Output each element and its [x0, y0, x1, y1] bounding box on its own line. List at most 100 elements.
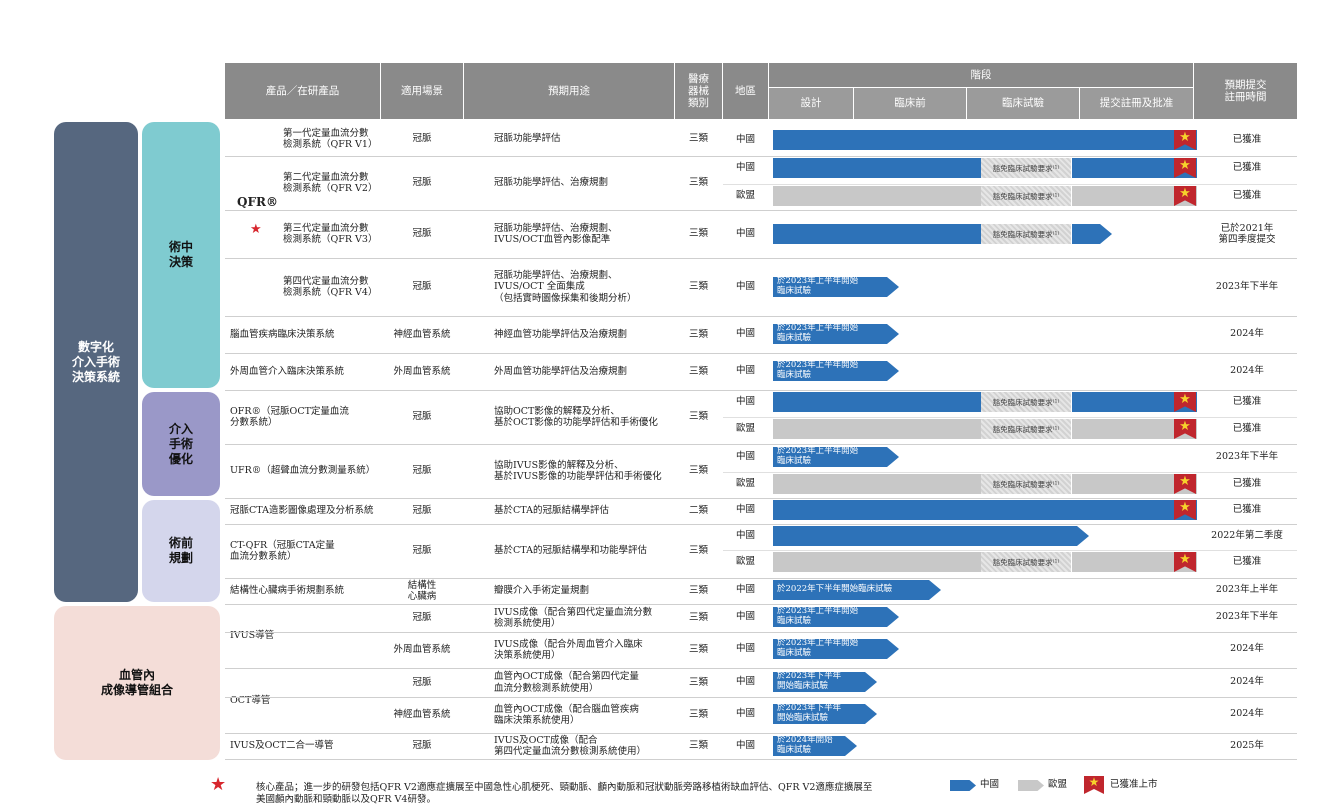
expected-date: 2024年	[1230, 365, 1264, 377]
header-device-class: 醫療 器械 類別	[675, 63, 722, 119]
product-name: 第一代定量血流分數 檢測系統（QFR V1）	[283, 127, 378, 150]
intended-use: 冠脈功能學評估、治療規劃	[494, 177, 609, 189]
expected-date: 2024年	[1230, 708, 1264, 720]
scenario: 冠脈	[412, 177, 432, 189]
eu-stage-bar	[773, 474, 981, 494]
region: 中國	[735, 584, 755, 596]
exempt-bar: 豁免臨床試驗要求⁽¹⁾	[981, 419, 1071, 439]
expected-date: 已獲准	[1232, 396, 1262, 408]
category-optimize: 介入 手術 優化	[142, 392, 220, 496]
header-stage: 階段	[769, 63, 1193, 87]
product-name: 結構性心臟病手術規劃系統	[230, 585, 345, 597]
scenario: 結構性 心臟病	[407, 579, 437, 602]
china-stage-bar	[773, 224, 981, 244]
product-name: 冠脈CTA造影圖像處理及分析系統	[230, 505, 374, 517]
device-class: 二類	[688, 505, 708, 517]
intended-use: 冠脈功能學評估、治療規劃、 IVUS/OCT血管內影像配準	[494, 222, 618, 245]
expected-date: 2023年下半年	[1215, 451, 1279, 463]
category-digital: 數字化 介入手術 決策系統	[54, 122, 138, 602]
bar-label: 於2024年開始 臨床試驗	[777, 735, 833, 755]
scenario: 外周血管系統	[393, 644, 451, 656]
legend-china-swatch	[950, 780, 976, 791]
expected-date: 已獲准	[1232, 134, 1262, 146]
intended-use: 冠脈功能學評估、治療規劃、 IVUS/OCT 全面集成 （包括實時圖像採集和後期…	[494, 269, 637, 304]
bar-label: 於2023年上半年開始 臨床試驗	[777, 323, 859, 343]
eu-stage-bar	[773, 419, 981, 439]
china-stage-bar	[773, 500, 1197, 520]
category-imaging: 血管內 成像導管組合	[54, 606, 220, 760]
bar-label: 於2023年下半年 開始臨床試驗	[777, 703, 842, 723]
expected-date: 已獲准	[1232, 504, 1262, 516]
bar-label: 於2023年上半年開始 臨床試驗	[777, 638, 859, 658]
expected-date: 已於2021年 第四季度提交	[1218, 222, 1276, 245]
region: 中國	[735, 676, 755, 688]
region: 中國	[735, 708, 755, 720]
region: 中國	[735, 162, 755, 174]
china-stage-bar: 於2023年上半年開始 臨床試驗	[773, 607, 899, 627]
product-name: 第三代定量血流分數 檢測系統（QFR V3）	[283, 222, 378, 245]
expected-date: 2023年下半年	[1215, 611, 1279, 623]
scenario: 神經血管系統	[393, 709, 451, 721]
region: 中國	[735, 530, 755, 542]
device-class: 三類	[688, 328, 708, 340]
region: 中國	[735, 643, 755, 655]
expected-date: 2023年上半年	[1215, 584, 1279, 596]
device-class: 三類	[688, 281, 708, 293]
device-class: 三類	[688, 644, 708, 656]
scenario: 冠脈	[412, 133, 432, 145]
eu-stage-bar	[773, 186, 981, 206]
intended-use: 基於CTA的冠脈結構學評估	[494, 505, 609, 517]
china-stage-bar: 於2023年上半年開始 臨床試驗	[773, 447, 899, 467]
bar-label: 於2022年下半年開始臨床試驗	[777, 584, 893, 595]
china-stage-bar: 於2023年上半年開始 臨床試驗	[773, 324, 899, 344]
expected-date: 2024年	[1230, 643, 1264, 655]
china-stage-bar	[773, 392, 981, 412]
scenario: 神經血管系統	[393, 328, 451, 340]
device-class: 三類	[688, 585, 708, 597]
scenario: 冠脈	[412, 505, 432, 517]
device-class: 三類	[688, 411, 708, 423]
legend-approved-label: 已獲准上市	[1110, 779, 1158, 790]
china-stage-bar: 於2024年開始 臨床試驗	[773, 736, 857, 756]
product-name: IVUS及OCT二合一導管	[230, 740, 334, 752]
expected-date: 2025年	[1230, 740, 1264, 752]
china-stage-bar: 於2023年下半年 開始臨床試驗	[773, 672, 877, 692]
header-stage-preclinical: 臨床前	[854, 88, 966, 119]
china-stage-bar: 於2022年下半年開始臨床試驗	[773, 580, 941, 600]
header-stage-approval: 提交註冊及批准	[1080, 88, 1193, 119]
region: 中國	[735, 504, 755, 516]
eu-stage-bar	[773, 552, 981, 572]
device-class: 三類	[688, 740, 708, 752]
scenario: 冠脈	[412, 281, 432, 293]
bar-label: 於2023年上半年開始 臨床試驗	[777, 446, 859, 466]
bar-label: 於2023年上半年開始 臨床試驗	[777, 276, 859, 296]
exempt-bar: 豁免臨床試驗要求⁽¹⁾	[981, 474, 1071, 494]
region: 中國	[735, 396, 755, 408]
core-product-star-icon: ★	[250, 222, 262, 237]
region: 中國	[735, 365, 755, 377]
product-name: 第四代定量血流分數 檢測系統（QFR V4）	[283, 275, 378, 298]
intended-use: 基於CTA的冠脈結構學和功能學評估	[494, 545, 647, 557]
device-class: 三類	[688, 133, 708, 145]
intended-use: IVUS及OCT成像（配合 第四代定量血流分數檢測系統使用）	[494, 734, 647, 757]
intended-use: 血管內OCT成像（配合第四代定量 血流分數檢測系統使用）	[494, 671, 639, 694]
header-use: 預期用途	[464, 63, 674, 119]
legend-china-label: 中國	[980, 779, 1000, 790]
expected-date: 已獲准	[1232, 478, 1262, 490]
region: 中國	[735, 611, 755, 623]
region: 歐盟	[735, 478, 755, 490]
sub-row-divider	[723, 184, 1297, 185]
qfr-group-label: QFR®	[237, 195, 278, 209]
china-stage-bar: 於2023年上半年開始 臨床試驗	[773, 639, 899, 659]
china-stage-bar	[773, 158, 981, 178]
china-stage-bar	[773, 526, 1089, 546]
product-name: 第二代定量血流分數 檢測系統（QFR V2）	[283, 171, 378, 194]
product-name: 外周血管介入臨床決策系統	[230, 365, 345, 377]
region: 歐盟	[735, 190, 755, 202]
scenario: 冠脈	[412, 411, 432, 423]
device-class: 三類	[688, 365, 708, 377]
region: 中國	[735, 451, 755, 463]
exempt-bar: 豁免臨床試驗要求⁽¹⁾	[981, 224, 1071, 244]
expected-date: 2024年	[1230, 676, 1264, 688]
region: 中國	[735, 328, 755, 340]
